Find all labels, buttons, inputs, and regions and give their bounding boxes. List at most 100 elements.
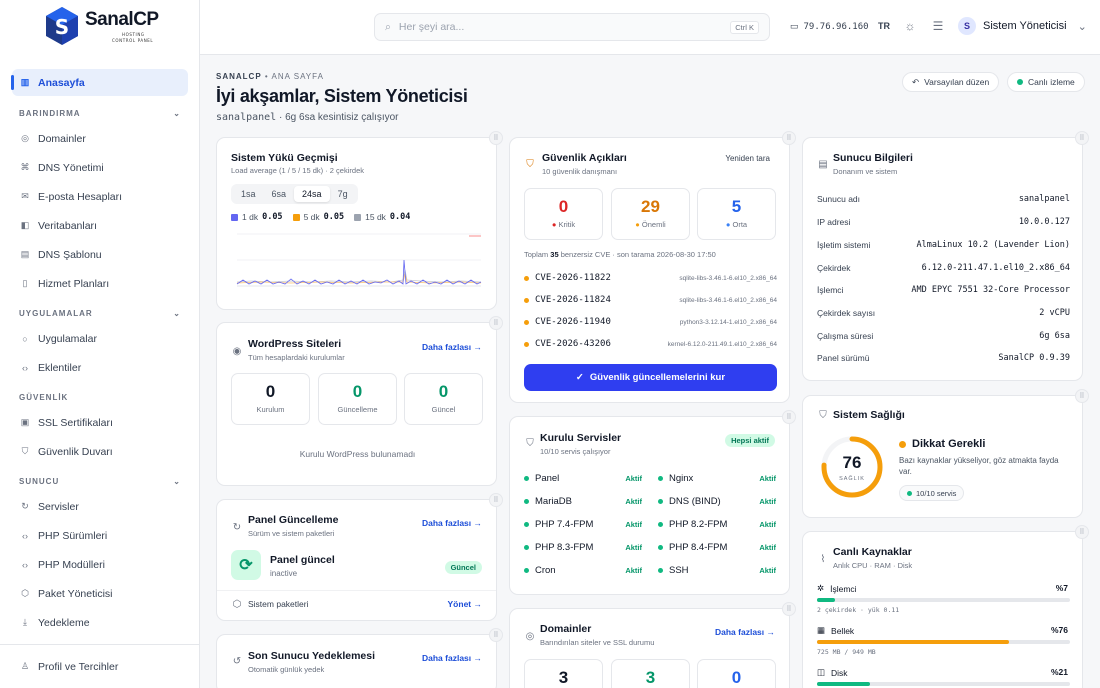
section-label: UYGULAMALAR (19, 309, 93, 318)
theme-sun-icon[interactable]: ☼ (903, 19, 917, 33)
legend-swatch (354, 213, 362, 221)
drag-handle-icon[interactable]: ⠿ (782, 131, 796, 145)
tab-24h[interactable]: 24sa (294, 186, 330, 202)
drag-handle-icon[interactable]: ⠿ (1075, 525, 1089, 539)
sidebar-item-services[interactable]: ↻ Servisler (12, 493, 188, 520)
default-layout-button[interactable]: ↶ Varsayılan düzen (902, 72, 1000, 92)
chevron-down-icon: ⌄ (173, 109, 181, 118)
more-link[interactable]: Daha fazlası → (422, 342, 482, 352)
service-row[interactable]: Cron Aktif (524, 565, 642, 576)
cve-row[interactable]: CVE-2026-11940 python3-3.12.14-1.el10_2.x… (524, 317, 777, 327)
service-row[interactable]: MariaDB Aktif (524, 496, 642, 507)
sidebar-item-plugins[interactable]: ‹› Eklentiler (12, 354, 188, 381)
user-menu[interactable]: S Sistem Yöneticisi ⌄ (958, 17, 1087, 35)
cve-row[interactable]: CVE-2026-11822 sqlite-libs-3.46.1-6.el10_… (524, 273, 777, 283)
info-row: IP adresi 10.0.0.127 (817, 217, 1070, 227)
info-row: Panel sürümü SanalCP 0.9.39 (817, 353, 1070, 363)
drag-handle-icon[interactable]: ⠿ (1075, 389, 1089, 403)
menu-icon[interactable]: ☰ (931, 19, 945, 33)
services-card: ⠿ ⛉ Kurulu Servisler 10/10 servis çalışı… (509, 410, 796, 595)
divider (217, 590, 496, 591)
vuln-important: 29 ● Önemli (611, 188, 690, 240)
more-link[interactable]: Daha fazlası → (422, 518, 482, 528)
cve-row[interactable]: CVE-2026-11824 sqlite-libs-3.46.1-6.el10_… (524, 295, 777, 305)
button-label: Canlı izleme (1028, 77, 1075, 87)
code-icon: ‹› (22, 559, 28, 570)
sidebar-item-apps[interactable]: ○ Uygulamalar (12, 325, 188, 352)
sidebar-item-label: Uygulamalar (38, 332, 97, 345)
sidebar-item-profile[interactable]: ♙ Profil ve Tercihler (12, 653, 188, 680)
service-row[interactable]: PHP 7.4-FPM Aktif (524, 519, 642, 530)
tab-1h[interactable]: 1sa (233, 186, 264, 202)
summary-text: benzersiz CVE · son tarama 2026-08-30 17… (560, 250, 716, 259)
dot-icon (524, 568, 529, 573)
service-row[interactable]: SSH Aktif (658, 565, 776, 576)
drag-handle-icon[interactable]: ⠿ (1075, 131, 1089, 145)
sidebar-item-firewall[interactable]: ⛉ Güvenlik Duvarı (12, 438, 188, 465)
rescan-button[interactable]: Yeniden tara (725, 154, 770, 163)
card-subtitle: Tüm hesaplardaki kurulumlar (248, 353, 345, 362)
wp-stat-updates: 0 Güncelleme (318, 373, 397, 425)
sidebar-item-php-versions[interactable]: ‹› PHP Sürümleri (12, 522, 188, 549)
stat-value: 3 (645, 668, 656, 687)
tab-6h[interactable]: 6sa (264, 186, 295, 202)
more-link[interactable]: Daha fazlası → (715, 627, 775, 637)
language-switch[interactable]: TR (878, 21, 890, 31)
sidebar-item-email[interactable]: ✉ E-posta Hesapları (12, 183, 188, 210)
logo-cube-icon: S (46, 7, 78, 45)
dot-icon (524, 341, 529, 347)
sidebar-item-home[interactable]: ▥ Anasayfa (11, 69, 188, 96)
drag-handle-icon[interactable]: ⠿ (489, 628, 503, 642)
service-row[interactable]: PHP 8.2-FPM Aktif (658, 519, 776, 530)
sidebar-item-ssl[interactable]: ▣ SSL Sertifikaları (12, 409, 188, 436)
live-resources-card: ⠿ ⌇ Canlı Kaynaklar Anlık CPU · RAM · Di… (802, 525, 1089, 688)
crumb-sep: • (264, 72, 269, 81)
drag-handle-icon[interactable]: ⠿ (489, 493, 503, 507)
sidebar-item-php-modules[interactable]: ‹› PHP Modülleri (12, 551, 188, 578)
section-security[interactable]: GÜVENLİK (19, 393, 181, 402)
stat-value: 29 (641, 197, 660, 216)
service-name: PHP 7.4-FPM (535, 519, 594, 530)
card-subtitle: Otomatik günlük yedek (248, 665, 325, 674)
sidebar-item-label: Profil ve Tercihler (38, 660, 119, 673)
install-security-updates-button[interactable]: ✓ Güvenlik güncellemelerini kur (524, 364, 777, 391)
info-row: İşletim sistemi AlmaLinux 10.2 (Lavender … (817, 240, 1070, 250)
service-name: PHP 8.3-FPM (535, 542, 594, 553)
sidebar-item-label: Eklentiler (38, 361, 82, 374)
brand-logo[interactable]: S SanalCP HOSTING CONTROL PANEL (45, 6, 159, 46)
service-row[interactable]: DNS (BIND) Aktif (658, 496, 776, 507)
search-input[interactable]: ⌕ Her şeyi ara... Ctrl K (374, 13, 770, 41)
drag-handle-icon[interactable]: ⠿ (489, 316, 503, 330)
sidebar-item-databases[interactable]: ◧ Veritabanları (12, 212, 188, 239)
disk-bar (817, 682, 1070, 686)
disk-icon: ◫ (817, 667, 826, 677)
section-hosting[interactable]: BARINDIRMA ⌄ (19, 109, 181, 118)
service-row[interactable]: PHP 8.4-FPM Aktif (658, 542, 776, 553)
crumb-root[interactable]: SANALCP (216, 72, 262, 81)
sidebar-item-dns[interactable]: ⌘ DNS Yönetimi (12, 154, 188, 181)
server-ip[interactable]: ▭ 79.76.96.160 (790, 21, 869, 32)
more-link[interactable]: Daha fazlası → (422, 653, 482, 663)
live-monitor-button[interactable]: Canlı izleme (1007, 72, 1085, 92)
drag-handle-icon[interactable]: ⠿ (782, 410, 796, 424)
section-apps[interactable]: UYGULAMALAR ⌄ (19, 309, 181, 318)
sidebar-item-backup[interactable]: ⤓ Yedekleme (12, 609, 188, 636)
sidebar-item-domains[interactable]: ◎ Domainler (12, 125, 188, 152)
drag-handle-icon[interactable]: ⠿ (782, 602, 796, 616)
service-row[interactable]: Nginx Aktif (658, 473, 776, 484)
drag-handle-icon[interactable]: ⠿ (489, 131, 503, 145)
section-server[interactable]: SUNUCU ⌄ (19, 477, 181, 486)
sidebar-item-package-manager[interactable]: ⬡ Paket Yöneticisi (12, 580, 188, 607)
service-name: PHP 8.4-FPM (669, 542, 728, 553)
cve-row[interactable]: CVE-2026-43206 kernel-6.12.0-211.49.1.el1… (524, 339, 777, 349)
service-row[interactable]: PHP 8.3-FPM Aktif (524, 542, 642, 553)
sidebar-item-dns-template[interactable]: ▤ DNS Şablonu (12, 241, 188, 268)
manage-link[interactable]: Yönet → (448, 599, 482, 609)
range-tabs: 1sa 6sa 24sa 7g (231, 184, 358, 204)
info-value: sanalpanel (1018, 194, 1070, 204)
sidebar-item-plans[interactable]: ▯ Hizmet Planları (12, 270, 188, 297)
service-name: DNS (BIND) (669, 496, 721, 507)
tab-7d[interactable]: 7g (330, 186, 356, 202)
service-row[interactable]: Panel Aktif (524, 473, 642, 484)
sidebar-item-label: Yedekleme (38, 616, 90, 629)
